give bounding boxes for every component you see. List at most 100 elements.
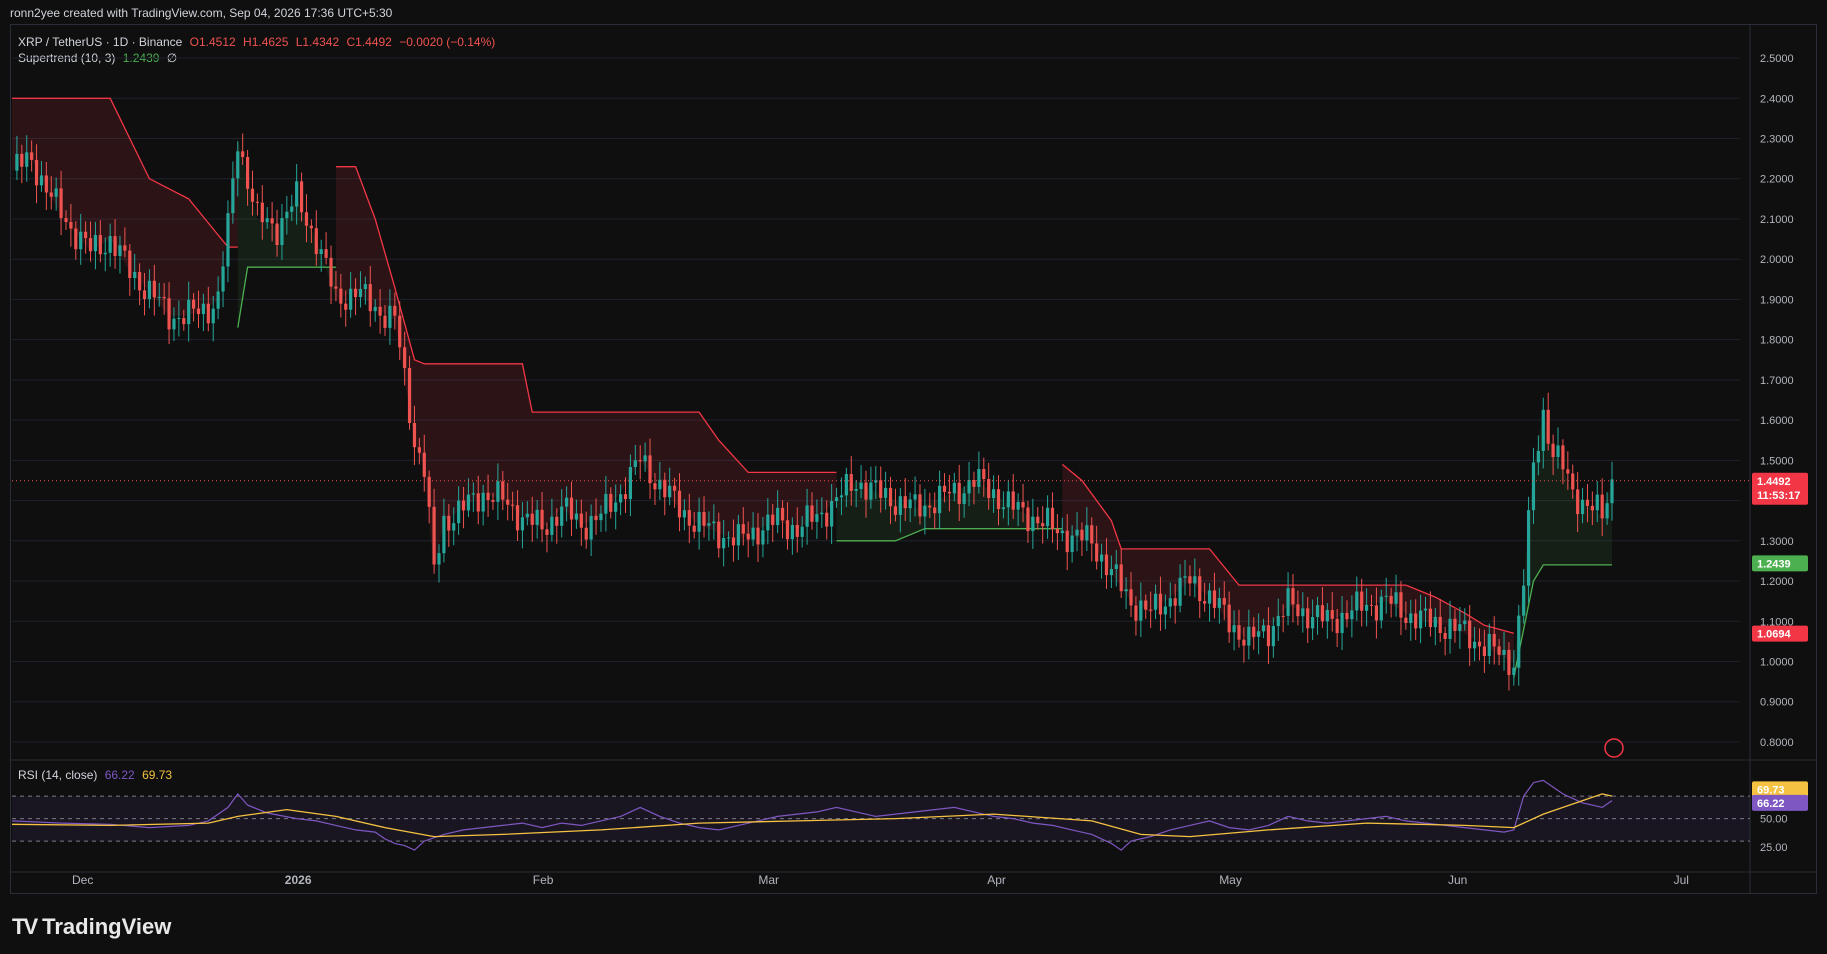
candle-body (864, 482, 868, 500)
candle-body (113, 236, 117, 257)
candle-body (918, 494, 922, 517)
candle-body (260, 202, 264, 223)
candle-body (707, 523, 711, 526)
candle-body (736, 524, 740, 546)
candle-body (859, 482, 863, 489)
y-tick-label: 2.4000 (1760, 93, 1794, 105)
rsi-tick-label: 25.00 (1760, 842, 1788, 854)
candle-body (1114, 564, 1118, 570)
candle-body (295, 181, 299, 207)
candle-body (1531, 462, 1536, 511)
candle-body (790, 525, 794, 540)
candle-body (1605, 503, 1609, 519)
candle-body (142, 290, 147, 300)
candle-body (1109, 569, 1113, 576)
candle-body (344, 303, 348, 310)
candle-body (108, 236, 112, 253)
candle-body (800, 526, 804, 537)
candle-body (1227, 604, 1231, 633)
candle-body (957, 482, 961, 504)
candle-body (756, 527, 760, 545)
candle-body (1566, 469, 1570, 474)
candle-body (780, 507, 785, 521)
candle-body (250, 188, 255, 202)
x-tick-label: 2026 (285, 873, 312, 887)
candle-body (1379, 596, 1383, 621)
candle-body (618, 494, 623, 503)
candle-body (1448, 618, 1452, 639)
candle-body (1090, 525, 1094, 544)
candle-body (1104, 554, 1109, 576)
candle-body (1404, 617, 1408, 623)
candle-body (795, 525, 799, 537)
candle-body (761, 530, 765, 545)
candle-body (1306, 608, 1310, 629)
candle-body (1369, 604, 1374, 606)
candle-body (353, 288, 358, 298)
candle-body (903, 496, 907, 509)
candle-body (834, 497, 839, 502)
candle-body (888, 487, 893, 507)
candle-body (638, 460, 642, 462)
price-chart[interactable]: 2.5000 2.4000 2.3000 2.2000 2.1000 2.0000 1.90… (0, 0, 1827, 954)
candle-body (398, 315, 402, 348)
candle-body (1021, 501, 1025, 508)
candle-body (579, 513, 583, 528)
candle-body (39, 175, 44, 186)
candle-body (830, 501, 834, 527)
candle-body (594, 515, 598, 521)
candle-body (1414, 613, 1418, 629)
candle-body (466, 494, 471, 511)
candle-body (815, 514, 819, 522)
candle-body (1301, 608, 1305, 617)
candle-body (59, 188, 63, 219)
candle-body (682, 510, 686, 518)
candle-body (1163, 606, 1167, 615)
candle-body (270, 218, 274, 224)
candle-body (938, 485, 942, 514)
candle-body (221, 266, 225, 292)
candle-body (545, 529, 549, 535)
candle-body (1095, 543, 1099, 562)
candle-body (280, 218, 284, 246)
candle-body (1502, 649, 1506, 655)
candle-body (908, 499, 912, 509)
candle-body (383, 315, 387, 328)
candle-body (1153, 593, 1158, 610)
candle-body (147, 280, 152, 300)
candle-body (928, 505, 932, 508)
candle-body (825, 512, 829, 527)
candle-body (1158, 593, 1163, 615)
candle-body (884, 487, 888, 498)
candle-body (717, 521, 721, 549)
x-tick-label: Apr (987, 873, 1006, 887)
candle-body (1119, 564, 1123, 592)
candle-body (133, 272, 137, 279)
candle-body (530, 513, 534, 525)
candle-body (20, 153, 24, 167)
candle-body (442, 515, 446, 554)
candle-body (177, 318, 181, 320)
candle-body (991, 489, 996, 499)
candle-body (540, 509, 544, 530)
candle-body (1350, 610, 1354, 620)
candle-body (712, 521, 716, 524)
candle-body (339, 288, 343, 304)
candle-body (1507, 649, 1511, 675)
candle-body (1418, 610, 1423, 629)
candle-body (324, 249, 328, 258)
candle-body (1365, 604, 1369, 611)
candle-body (668, 485, 672, 498)
candle-body (486, 492, 490, 500)
candle-body (1384, 595, 1388, 597)
candle-body (648, 455, 652, 484)
candle-body (1600, 494, 1604, 519)
candle-body (1026, 507, 1030, 532)
countdown-tag: 11:53:17 (1757, 490, 1800, 502)
candle-body (942, 485, 947, 492)
candle-body (393, 305, 397, 316)
candle-body (1580, 499, 1585, 515)
candle-body (1080, 529, 1084, 541)
candle-body (982, 469, 986, 480)
candle-body (1512, 667, 1516, 675)
